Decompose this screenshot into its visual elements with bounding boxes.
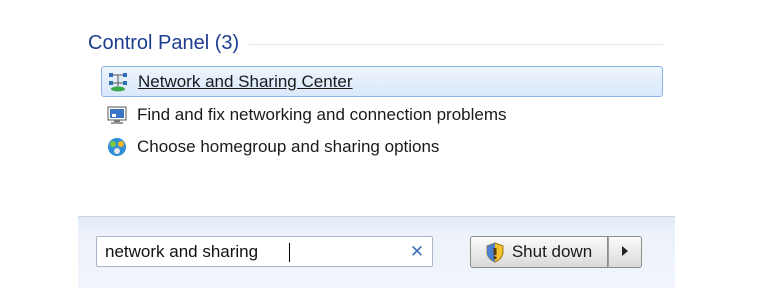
result-label: Network and Sharing Center	[138, 71, 353, 91]
result-find-fix-networking[interactable]: Find and fix networking and connection p…	[101, 99, 663, 130]
search-box: ✕	[96, 236, 433, 267]
uac-shield-icon	[486, 241, 504, 263]
power-controls: Shut down	[470, 236, 642, 268]
result-homegroup-options[interactable]: Choose homegroup and sharing options	[101, 131, 663, 162]
shut-down-options-button[interactable]	[608, 236, 642, 268]
group-divider	[249, 44, 663, 45]
result-label: Choose homegroup and sharing options	[137, 136, 440, 156]
search-input[interactable]	[97, 237, 402, 266]
clear-search-icon[interactable]: ✕	[402, 237, 432, 266]
homegroup-icon	[106, 136, 128, 158]
start-menu-bottom-bar: ✕ Shut down	[78, 216, 675, 288]
network-troubleshoot-icon	[106, 104, 128, 126]
start-menu-panel: Control Panel (3) Network and Sharing Ce…	[78, 0, 675, 288]
result-label: Find and fix networking and connection p…	[137, 104, 507, 124]
arrow-right-icon	[621, 243, 629, 261]
shut-down-button[interactable]: Shut down	[470, 236, 608, 268]
network-sharing-center-icon	[107, 71, 129, 93]
group-title[interactable]: Control Panel (3)	[88, 32, 239, 55]
text-caret	[289, 243, 290, 262]
shut-down-label: Shut down	[511, 242, 593, 261]
group-header: Control Panel (3)	[88, 30, 663, 56]
result-network-sharing-center[interactable]: Network and Sharing Center	[101, 66, 663, 97]
